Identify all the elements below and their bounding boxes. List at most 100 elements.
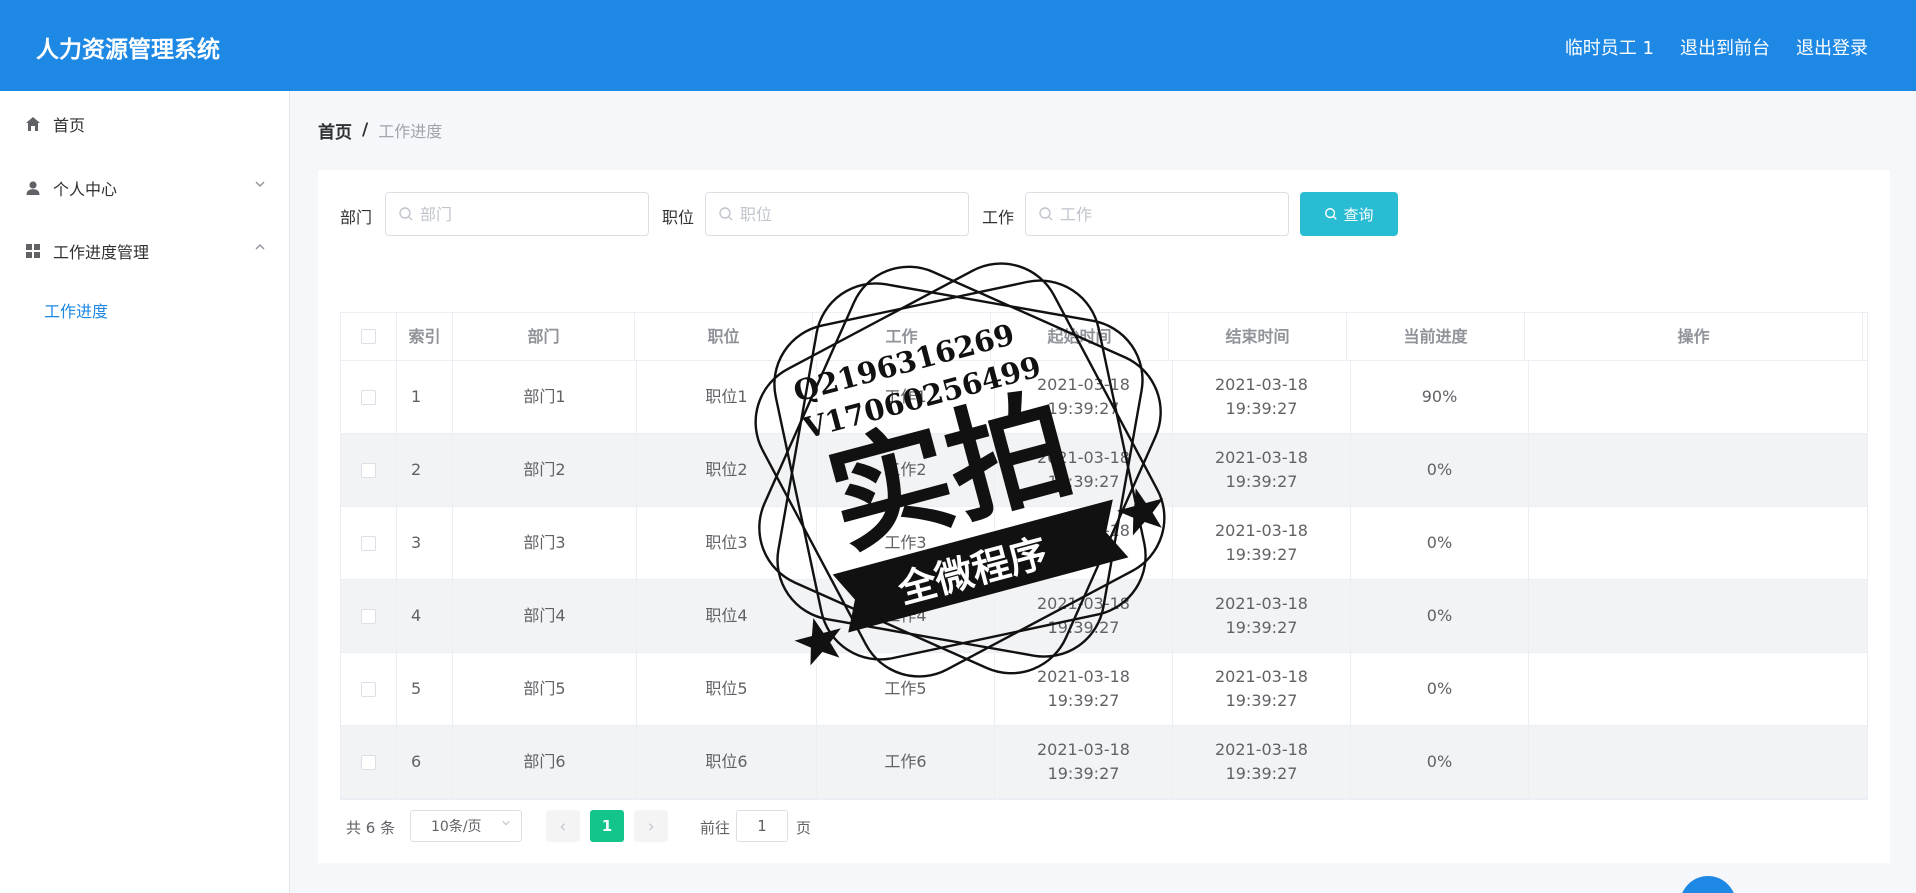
cell-progress: 0% (1351, 580, 1529, 652)
sidebar-item-label: 工作进度管理 (53, 243, 150, 262)
page-size-select[interactable]: 10条/页 (410, 810, 522, 842)
work-search-input[interactable] (1060, 204, 1280, 224)
chevron-right-icon (646, 817, 656, 836)
goto-prefix: 前往 (700, 819, 731, 837)
table-row[interactable]: 6 部门6 职位6 工作6 2021-03-18 19:39:27 2021-0… (341, 726, 1867, 799)
cell-position: 职位2 (637, 434, 817, 506)
breadcrumb-home[interactable]: 首页 (318, 118, 352, 143)
position-search-input[interactable] (740, 204, 960, 224)
column-header-work[interactable]: 工作 (813, 313, 991, 360)
page-size-value: 10条/页 (431, 819, 482, 835)
cell-dept: 部门4 (453, 580, 637, 652)
cell-end-time: 2021-03-18 19:39:27 (1173, 726, 1351, 798)
chevron-down-icon (254, 178, 266, 194)
cell-progress: 0% (1351, 434, 1529, 506)
cell-work: 工作3 (817, 507, 995, 579)
cell-index: 6 (397, 726, 453, 798)
goto-page-input[interactable] (736, 810, 788, 842)
cell-work: 工作4 (817, 580, 995, 652)
column-header-progress[interactable]: 当前进度 (1347, 313, 1525, 360)
grid-icon (24, 242, 42, 260)
cell-dept: 部门2 (453, 434, 637, 506)
row-checkbox[interactable] (361, 608, 376, 624)
column-header-index[interactable]: 索引 (397, 313, 453, 360)
row-checkbox[interactable] (361, 754, 376, 770)
column-header-actions: 操作 (1525, 313, 1863, 360)
cell-work: 工作2 (817, 434, 995, 506)
cell-index: 1 (397, 361, 453, 433)
sidebar-subitem-work-progress[interactable]: 工作进度 (44, 298, 108, 322)
sidebar-item-personal-center[interactable]: 个人中心 (0, 166, 290, 210)
cell-index: 3 (397, 507, 453, 579)
table-row[interactable]: 3 部门3 职位3 工作3 2021-03-18 19:39:27 2021-0… (341, 507, 1867, 580)
sidebar-item-work-progress-management[interactable]: 工作进度管理 (0, 229, 290, 273)
logout-link[interactable]: 退出登录 (1796, 34, 1868, 60)
cell-work: 工作1 (817, 361, 995, 433)
position-label: 职位 (662, 208, 695, 227)
cell-progress: 0% (1351, 653, 1529, 725)
row-checkbox[interactable] (361, 389, 376, 405)
search-icon (1038, 206, 1054, 222)
table-row[interactable]: 2 部门2 职位2 工作2 2021-03-18 19:39:27 2021-0… (341, 434, 1867, 507)
top-header: 人力资源管理系统 临时员工 1 退出到前台 退出登录 (0, 0, 1916, 91)
cell-start-time: 2021-03-18 19:39:27 (995, 434, 1173, 506)
chevron-down-icon (501, 817, 511, 831)
table-row[interactable]: 1 部门1 职位1 工作1 2021-03-18 19:39:27 2021-0… (341, 361, 1867, 434)
breadcrumb-separator: / (362, 120, 369, 140)
row-checkbox-cell (341, 507, 397, 579)
cell-start-time: 2021-03-18 19:39:27 (995, 726, 1173, 798)
column-header-position[interactable]: 职位 (635, 313, 813, 360)
row-checkbox[interactable] (361, 535, 376, 551)
cell-work: 工作5 (817, 653, 995, 725)
cell-position: 职位6 (637, 726, 817, 798)
row-checkbox-cell (341, 653, 397, 725)
work-progress-table: 索引 部门 职位 工作 起始时间 结束时间 当前进度 操作 1 部门1 职位1 … (340, 312, 1868, 800)
query-button[interactable]: 查询 (1300, 192, 1398, 236)
chevron-left-icon (558, 817, 568, 836)
header-nav: 临时员工 1 退出到前台 退出登录 (1565, 34, 1868, 60)
user-icon (24, 179, 42, 197)
back-to-frontend-link[interactable]: 退出到前台 (1680, 34, 1770, 60)
cell-position: 职位3 (637, 507, 817, 579)
row-checkbox-cell (341, 580, 397, 652)
table-row[interactable]: 5 部门5 职位5 工作5 2021-03-18 19:39:27 2021-0… (341, 653, 1867, 726)
main-panel: 部门 职位 工作 查询 (318, 170, 1890, 863)
floating-action-button[interactable] (1680, 876, 1736, 893)
goto-suffix: 页 (796, 819, 812, 837)
row-checkbox[interactable] (361, 462, 376, 478)
position-input-wrapper (705, 192, 969, 236)
cell-end-time: 2021-03-18 19:39:27 (1173, 507, 1351, 579)
cell-progress: 0% (1351, 507, 1529, 579)
select-all-checkbox[interactable] (361, 329, 376, 344)
table-row[interactable]: 4 部门4 职位4 工作4 2021-03-18 19:39:27 2021-0… (341, 580, 1867, 653)
cell-start-time: 2021-03-18 19:39:27 (995, 580, 1173, 652)
cell-dept: 部门5 (453, 653, 637, 725)
column-header-end-time[interactable]: 结束时间 (1169, 313, 1347, 360)
cell-progress: 0% (1351, 726, 1529, 798)
current-user-link[interactable]: 临时员工 1 (1565, 34, 1654, 60)
row-checkbox-cell (341, 434, 397, 506)
column-header-start-time[interactable]: 起始时间 (991, 313, 1169, 360)
breadcrumb-current: 工作进度 (378, 122, 443, 141)
row-checkbox[interactable] (361, 681, 376, 697)
sidebar: 首页 个人中心 工作进度管理 工作进度 (0, 91, 290, 893)
dept-search-input[interactable] (420, 204, 640, 224)
sidebar-item-home[interactable]: 首页 (0, 102, 290, 146)
cell-index: 4 (397, 580, 453, 652)
search-icon (718, 206, 734, 222)
dept-input-wrapper (385, 192, 649, 236)
chevron-up-icon (254, 241, 266, 257)
next-page-button[interactable] (634, 810, 668, 842)
cell-dept: 部门1 (453, 361, 637, 433)
sidebar-item-label: 个人中心 (53, 180, 118, 199)
search-icon (1324, 207, 1338, 221)
table-header: 索引 部门 职位 工作 起始时间 结束时间 当前进度 操作 (341, 313, 1867, 361)
cell-end-time: 2021-03-18 19:39:27 (1173, 580, 1351, 652)
cell-actions (1529, 434, 1867, 506)
prev-page-button[interactable] (546, 810, 580, 842)
cell-index: 2 (397, 434, 453, 506)
page-number-current[interactable]: 1 (590, 810, 624, 842)
query-button-label: 查询 (1343, 205, 1374, 224)
column-header-dept[interactable]: 部门 (453, 313, 635, 360)
cell-position: 职位4 (637, 580, 817, 652)
